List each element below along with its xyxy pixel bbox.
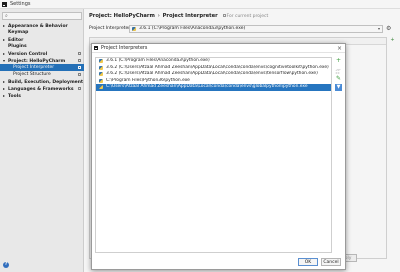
python-icon <box>99 65 103 70</box>
python-icon <box>99 78 103 83</box>
project-interpreters-dialog: Project Interpreters × 3.6.1 (C:\Program… <box>91 43 346 270</box>
pycharm-logo-icon <box>94 46 98 50</box>
interpreter-toolbar: + − ✎ ▼ ☷ <box>334 57 343 91</box>
python-icon <box>99 72 103 77</box>
show-paths-icon[interactable]: ☷ <box>334 70 341 77</box>
dialog-buttons: OK Cancel <box>298 258 341 266</box>
ok-button[interactable]: OK <box>298 258 318 266</box>
interpreter-path: C:\Users\Afzaal Ahmad Zeeshan\AppData\Lo… <box>106 84 308 89</box>
close-icon[interactable]: × <box>337 45 342 52</box>
filter-icon[interactable]: ▼ <box>335 84 342 91</box>
python-icon <box>99 85 103 90</box>
add-icon[interactable]: + <box>335 57 342 64</box>
dialog-title: Project Interpreters <box>101 45 148 51</box>
dialog-title-bar: Project Interpreters <box>92 44 345 53</box>
cancel-button[interactable]: Cancel <box>321 258 341 266</box>
interpreter-list: 3.6.1 (C:\Program Files\Anaconda3\python… <box>95 57 332 253</box>
python-icon <box>99 59 103 64</box>
interpreter-list-item-selected[interactable]: C:\Users\Afzaal Ahmad Zeeshan\AppData\Lo… <box>96 84 331 91</box>
